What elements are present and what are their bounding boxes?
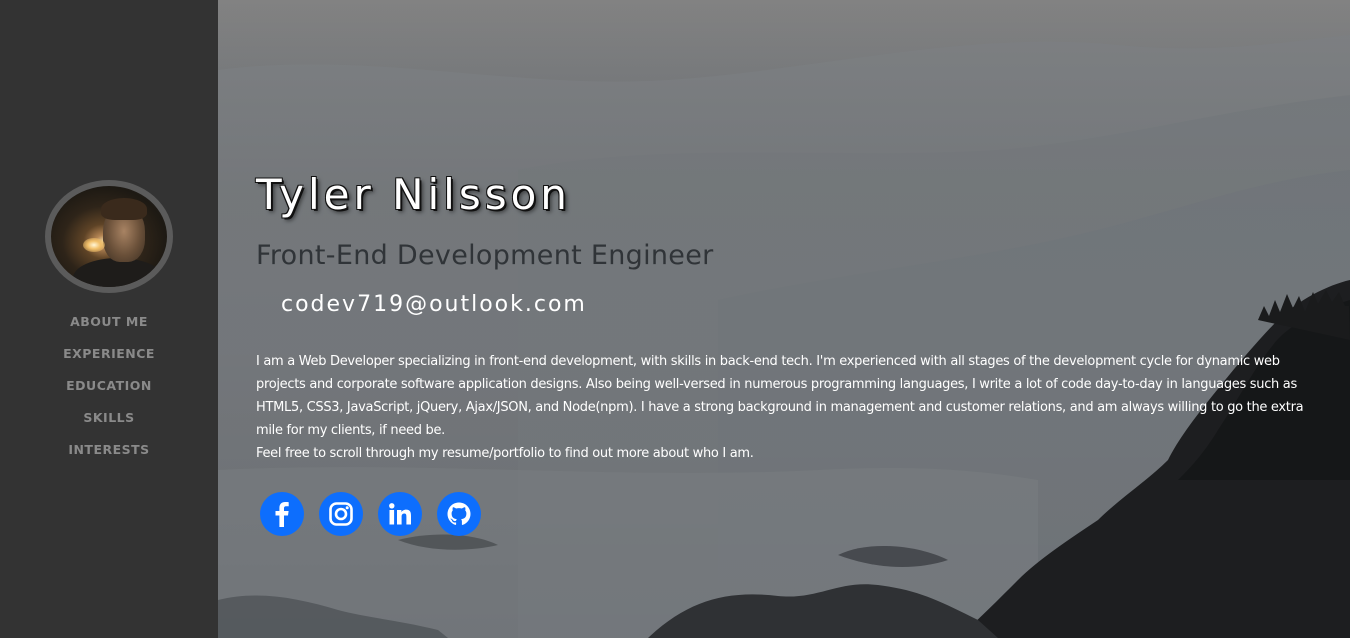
hero-role: Front-End Development Engineer — [256, 240, 714, 271]
facebook-icon — [275, 502, 289, 527]
profile-avatar — [45, 180, 173, 293]
coastal-background-image — [218, 0, 1350, 638]
hero-name: Tyler Nilsson — [256, 170, 571, 219]
facebook-button[interactable] — [260, 492, 304, 536]
bio-paragraph: I am a Web Developer specializing in fro… — [256, 354, 1304, 438]
social-links — [260, 492, 481, 536]
sidebar-nav: About Me Experience Education Skills Int… — [0, 309, 218, 469]
nav-interests[interactable]: Interests — [68, 442, 149, 457]
page: About Me Experience Education Skills Int… — [0, 0, 1350, 638]
github-icon — [447, 502, 471, 525]
hero-section: Tyler Nilsson Front-End Development Engi… — [218, 0, 1350, 638]
hero-bio: I am a Web Developer specializing in fro… — [256, 350, 1316, 465]
nav-education[interactable]: Education — [66, 378, 152, 393]
nav-skills[interactable]: Skills — [83, 410, 134, 425]
github-button[interactable] — [437, 492, 481, 536]
linkedin-button[interactable] — [378, 492, 422, 536]
nav-about-me[interactable]: About Me — [70, 314, 148, 329]
instagram-button[interactable] — [319, 492, 363, 536]
bio-paragraph: Feel free to scroll through my resume/po… — [256, 446, 754, 461]
instagram-icon — [329, 502, 353, 526]
linkedin-icon — [389, 503, 411, 525]
email-link[interactable]: codev719@outlook.com — [281, 292, 587, 317]
nav-experience[interactable]: Experience — [63, 346, 155, 361]
sidebar: About Me Experience Education Skills Int… — [0, 0, 218, 638]
